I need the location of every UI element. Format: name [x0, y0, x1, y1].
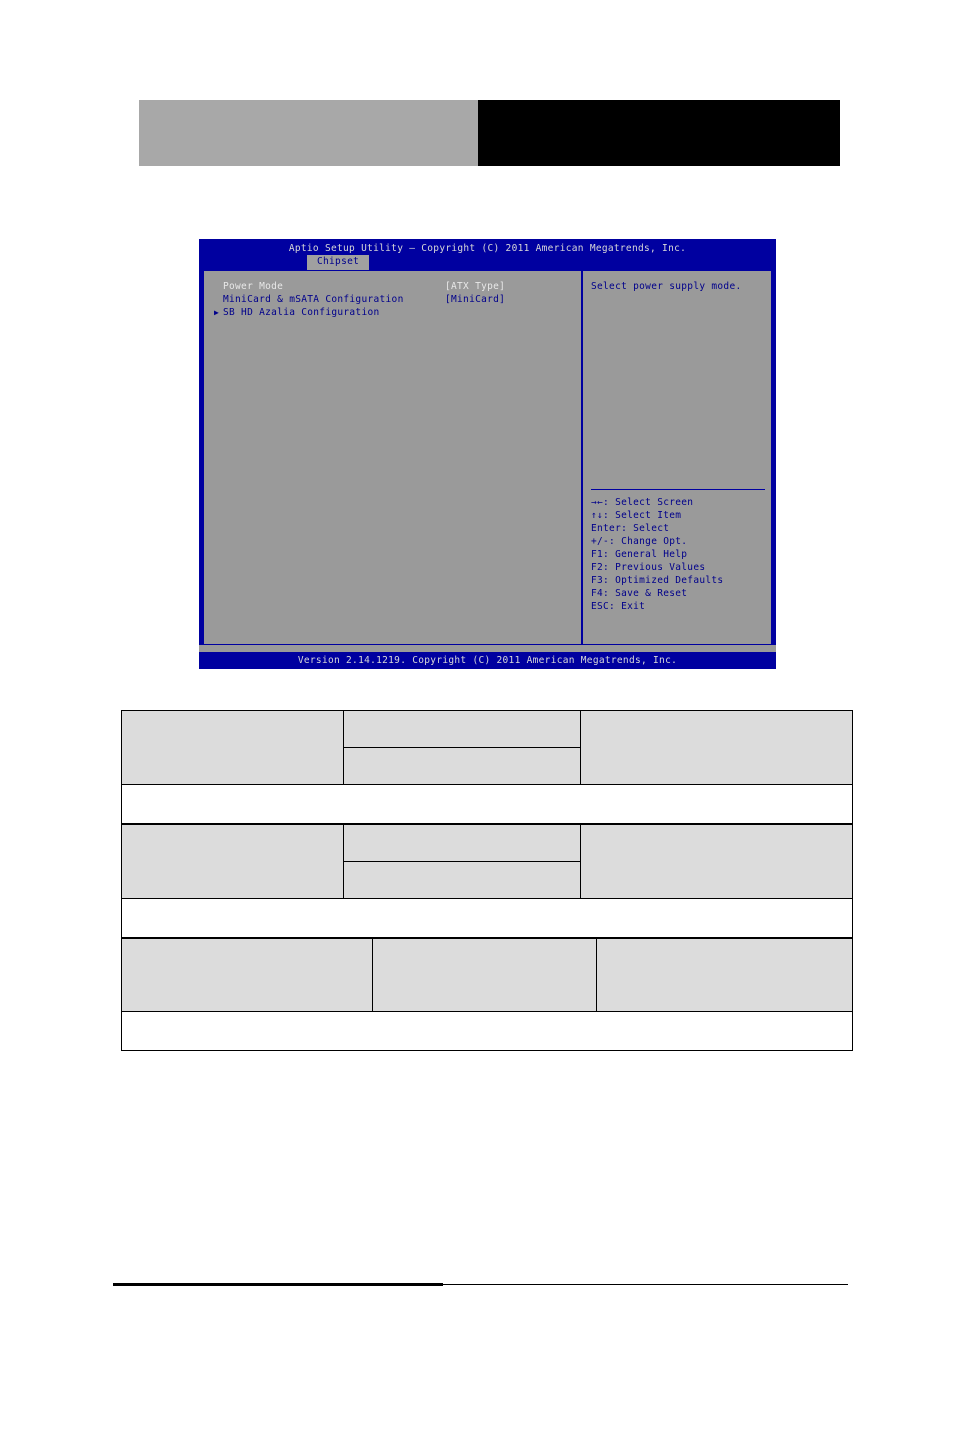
menu-item-label: Power Mode [223, 281, 284, 292]
table-cell [121, 710, 344, 785]
table-row [121, 710, 853, 785]
submenu-arrow-icon: ▶ [214, 308, 220, 317]
header-block-black [478, 100, 840, 166]
nav-key-enter-select: Enter: Select [591, 523, 670, 534]
bios-body: Power Mode [ATX Type] MiniCard & mSATA C… [203, 270, 772, 645]
bottom-rule-thick-segment [113, 1283, 443, 1286]
spec-table-3 [121, 938, 853, 1051]
table-cell [343, 710, 581, 748]
nav-key-select-screen: →←: Select Screen [591, 497, 694, 508]
bios-version-footer: Version 2.14.1219. Copyright (C) 2011 Am… [199, 652, 776, 669]
bios-tab-bar: Chipset [199, 255, 776, 270]
page-bottom-rule [113, 1283, 848, 1286]
table-note-cell [121, 1011, 853, 1051]
menu-item-label: SB HD Azalia Configuration [223, 307, 380, 318]
table-note-row [121, 898, 853, 938]
bios-menu-panel: Power Mode [ATX Type] MiniCard & mSATA C… [204, 271, 583, 644]
table-cell [343, 861, 581, 899]
page-header-banner [139, 100, 840, 166]
nav-key-f2-previous-values: F2: Previous Values [591, 562, 706, 573]
nav-key-change-opt: +/-: Change Opt. [591, 536, 688, 547]
table-cell [596, 938, 853, 1012]
table-cell [343, 824, 581, 862]
table-cell [372, 938, 597, 1012]
bottom-rule-thin-segment [443, 1284, 848, 1285]
menu-item-label: MiniCard & mSATA Configuration [223, 294, 404, 305]
menu-item-power-mode[interactable]: Power Mode [ATX Type] [214, 280, 581, 293]
table-cell [580, 710, 853, 785]
bios-setup-screen: Aptio Setup Utility – Copyright (C) 2011… [199, 239, 776, 669]
table-cell [343, 747, 581, 785]
table-note-row [121, 784, 853, 824]
table-row [121, 938, 853, 1012]
help-description: Select power supply mode. [591, 281, 742, 292]
tab-chipset[interactable]: Chipset [307, 255, 370, 270]
table-cell [121, 938, 373, 1012]
table-cell [580, 824, 853, 899]
navigation-key-legend: →←: Select Screen ↑↓: Select Item Enter:… [591, 489, 767, 613]
spec-table-2 [121, 824, 853, 938]
table-row [121, 824, 853, 899]
bios-footer-spacer [199, 645, 776, 652]
menu-item-value[interactable]: [ATX Type] [445, 280, 505, 293]
table-note-row [121, 1011, 853, 1051]
bios-title: Aptio Setup Utility – Copyright (C) 2011… [288, 243, 687, 254]
menu-item-minicard-msata-configuration[interactable]: MiniCard & mSATA Configuration [MiniCard… [214, 293, 581, 306]
menu-item-sb-hd-azalia-configuration[interactable]: ▶ SB HD Azalia Configuration [214, 306, 581, 319]
spec-table-1 [121, 710, 853, 824]
header-block-gray [139, 100, 478, 166]
spec-tables-container [121, 710, 853, 1051]
table-cell [121, 824, 344, 899]
menu-item-value[interactable]: [MiniCard] [445, 293, 505, 306]
nav-key-f4-save-reset: F4: Save & Reset [591, 588, 688, 599]
bios-help-panel: Select power supply mode. →←: Select Scr… [583, 271, 771, 644]
table-note-cell [121, 898, 853, 938]
legend-divider [591, 489, 765, 490]
nav-key-esc-exit: ESC: Exit [591, 601, 646, 612]
table-note-cell [121, 784, 853, 824]
nav-key-select-item: ↑↓: Select Item [591, 510, 682, 521]
nav-key-f3-optimized-defaults: F3: Optimized Defaults [591, 575, 724, 586]
nav-key-f1-general-help: F1: General Help [591, 549, 688, 560]
